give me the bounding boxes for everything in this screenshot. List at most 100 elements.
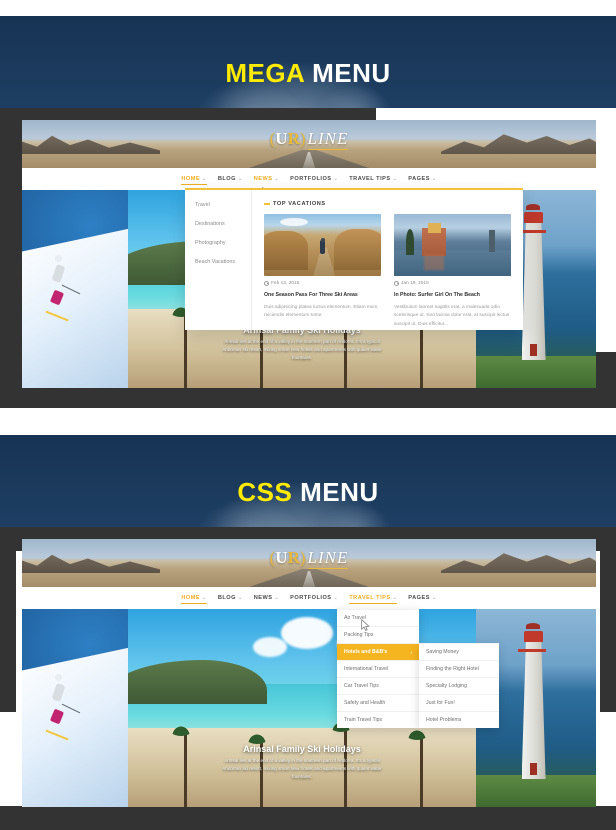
nav-item-news[interactable]: NEWS ⌄ (254, 174, 280, 199)
nav-item-pages[interactable]: PAGES ⌄ (408, 174, 436, 184)
mega-card[interactable]: Jan 19, 2015 In Photo: Surfer Girl On Th… (394, 214, 511, 329)
mega-menu-banner-title-highlight: MEGA (225, 58, 305, 88)
lighthouse-tower-shape (521, 640, 546, 780)
hiker-head-shape (320, 237, 325, 242)
chevron-down-icon: ⌄ (202, 594, 207, 601)
chevron-down-icon: ⌄ (431, 595, 437, 601)
submenu-item-specialty-lodging[interactable]: Specialty Lodging (419, 678, 499, 695)
palm-frond-shape (246, 731, 269, 744)
dropdown-item-air-travel[interactable]: Air Travel (337, 610, 419, 627)
dropdown-item-train-travel-tips[interactable]: Train Travel Tips (337, 712, 419, 728)
submenu-item-hotel-problems[interactable]: Hotel Problems (419, 712, 499, 728)
submenu-item-finding-the-right-hotel[interactable]: Finding the Right Hotel (419, 661, 499, 678)
mega-category-beach-vacations[interactable]: Beach Vacations (195, 259, 251, 265)
nav-label-news: NEWS (253, 595, 273, 601)
mega-menu-category-list: Travel Destinations Photography Beach Va… (185, 190, 252, 330)
logo-letter-r: R (287, 548, 300, 567)
logo-letter-r: R (287, 129, 300, 148)
nav-item-pages[interactable]: PAGES ⌄ (408, 593, 436, 603)
nav-label-pages: PAGES (408, 176, 430, 182)
chevron-right-icon: › (410, 649, 412, 655)
dropdown-item-car-travel-tips[interactable]: Car Travel Tips (337, 678, 419, 695)
submenu-item-just-for-fun[interactable]: Just for Fun! (419, 695, 499, 712)
dropdown-item-international-travel[interactable]: International Travel (337, 661, 419, 678)
mega-category-travel[interactable]: Travel (195, 202, 251, 208)
mega-menu-heading-text: TOP VACATIONS (273, 201, 326, 207)
css-menu-banner: CSS MENU (0, 435, 616, 527)
chevron-down-icon: ⌄ (392, 176, 398, 182)
chevron-down-icon: ⌄ (274, 595, 280, 601)
card-date-text: Feb 13, 2015 (271, 281, 300, 286)
submenu-label: Saving Money (426, 649, 459, 655)
clock-icon (264, 281, 269, 286)
chevron-down-icon: ⌄ (431, 176, 437, 182)
nav-item-portfolios[interactable]: PORTFOLIOS ⌄ (290, 174, 338, 184)
ski-slope-shape (22, 645, 128, 807)
palm-frond-shape (169, 723, 192, 736)
logo-word: LINE (307, 129, 349, 150)
dropdown-item-hotels-and-bbs[interactable]: Hotels and B&B's › (337, 619, 419, 661)
submenu-label: Hotel Problems (426, 717, 462, 723)
css-menu-banner-title-highlight: CSS (237, 477, 293, 507)
lighthouse-door-shape (530, 763, 537, 776)
lighthouse-door-shape (530, 344, 537, 357)
bush-left-shape (264, 231, 309, 270)
hero-caption: Arinsal Family Ski Holidays Arinsal lies… (128, 325, 476, 362)
photo-skier (22, 609, 128, 807)
nav-item-home[interactable]: HOME ⌄ (181, 174, 207, 185)
hiker-body-shape (320, 240, 326, 255)
mega-category-photography[interactable]: Photography (195, 240, 251, 246)
dropdown-label: Packing Tips (344, 632, 374, 638)
card-title[interactable]: One Season Pass For Three Ski Areas (264, 292, 381, 299)
clock-icon (394, 281, 399, 286)
dropdown-label: Safety and Health (344, 700, 386, 706)
css-photo-collage: Arinsal Family Ski Holidays Arinsal lies… (22, 609, 596, 807)
css-menu-banner-title-rest: MENU (292, 477, 379, 507)
palm-frond-shape (406, 727, 429, 740)
submenu-label: Specialty Lodging (426, 683, 467, 689)
hotels-submenu: Saving Money Finding the Right Hotel Spe… (419, 643, 499, 728)
mega-menu-heading: TOP VACATIONS (264, 201, 511, 207)
nav-label-travel-tips: TRAVEL TIPS (349, 176, 391, 182)
mega-menu-featured: TOP VACATIONS Feb 13, 2015 One Season Pa… (252, 190, 523, 330)
far-tower-shape (488, 230, 495, 253)
nav-item-home[interactable]: HOME ⌄ (181, 593, 207, 604)
chevron-down-icon: ⌄ (274, 176, 280, 182)
dropdown-item-safety-and-health[interactable]: Safety and Health (337, 695, 419, 712)
chevron-down-icon: ⌄ (202, 175, 207, 182)
mega-navbar: HOME ⌄ BLOG ⌄ NEWS ⌄ PORTFOLIOS ⌄ TRAVEL TIP… (22, 168, 596, 199)
hero-caption: Arinsal Family Ski Holidays Arinsal lies… (128, 744, 476, 781)
nav-item-travel-tips[interactable]: TRAVEL TIPS ⌄ (349, 593, 398, 604)
logo-letter-u: U (275, 129, 288, 148)
submenu-item-saving-money[interactable]: Saving Money (419, 644, 499, 661)
lighthouse-lamp-shape (524, 630, 543, 642)
css-gray-band-right (600, 551, 616, 712)
chevron-down-icon: ⌄ (392, 594, 398, 601)
card-excerpt: Duis adipisicing platea luctus elementum… (264, 305, 379, 319)
nav-label-home: HOME (181, 175, 201, 182)
submenu-label: Finding the Right Hotel (426, 666, 479, 672)
mega-card[interactable]: Feb 13, 2015 One Season Pass For Three S… (264, 214, 381, 329)
lighthouse-tower-shape (521, 221, 546, 361)
card-image-lake (394, 214, 511, 276)
nav-label-portfolios: PORTFOLIOS (290, 176, 332, 182)
card-title[interactable]: In Photo: Surfer Girl On The Beach (394, 292, 511, 299)
hero-caption-title: Arinsal Family Ski Holidays (243, 743, 361, 754)
chevron-down-icon: ⌄ (237, 176, 243, 182)
logo-close-paren: ) (299, 129, 306, 148)
cloud-shape (280, 217, 309, 226)
dropdown-item-packing-tips[interactable]: Packing Tips (337, 627, 419, 644)
site-logo[interactable]: (UR) LINE (22, 129, 596, 150)
card-date: Feb 13, 2015 (264, 281, 381, 286)
nav-label-travel-tips: TRAVEL TIPS (349, 594, 391, 601)
nav-item-blog[interactable]: BLOG ⌄ (218, 593, 243, 603)
dropdown-label: International Travel (344, 666, 389, 672)
nav-item-blog[interactable]: BLOG ⌄ (218, 174, 243, 184)
nav-item-news[interactable]: NEWS ⌄ (254, 593, 279, 603)
hero-caption-subtitle: Arinsal lies at the end of a valley in t… (222, 757, 382, 779)
site-logo[interactable]: (UR) LINE (22, 548, 596, 569)
lighthouse-lamp-shape (524, 211, 543, 223)
mega-category-destinations[interactable]: Destinations (195, 221, 251, 227)
nav-item-portfolios[interactable]: PORTFOLIOS ⌄ (290, 593, 338, 603)
nav-item-travel-tips[interactable]: TRAVEL TIPS ⌄ (349, 174, 397, 184)
